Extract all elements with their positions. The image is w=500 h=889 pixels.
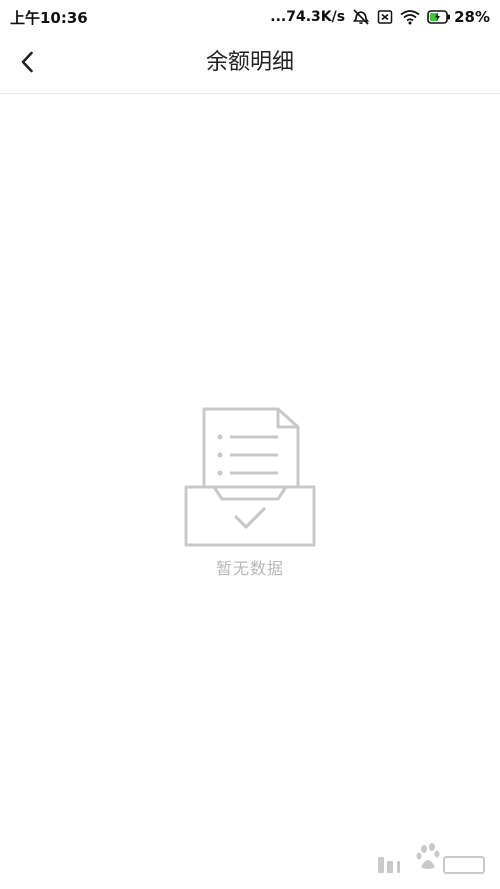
wifi-icon bbox=[400, 9, 420, 25]
status-time: 上午10:36 bbox=[10, 8, 88, 27]
battery-charging-icon bbox=[427, 10, 451, 24]
header: 余额明细 bbox=[0, 34, 500, 94]
status-right: ...74.3K/s 28% bbox=[270, 8, 490, 26]
network-speed: ...74.3K/s bbox=[270, 9, 346, 25]
empty-state-text: 暂无数据 bbox=[215, 559, 284, 578]
page-title: 余额明细 bbox=[205, 50, 294, 75]
battery: 28% bbox=[427, 8, 490, 26]
status-bar: 上午10:36 ...74.3K/s 28% bbox=[0, 0, 500, 34]
baidu-watermark-logo bbox=[372, 839, 492, 883]
empty-state: 暂无数据 bbox=[0, 405, 500, 579]
status-left: 上午10:36 bbox=[10, 7, 88, 28]
empty-inbox-document-icon bbox=[182, 405, 318, 549]
battery-percent: 28% bbox=[454, 8, 490, 26]
sim-no-signal-icon bbox=[377, 9, 393, 25]
screen: 上午10:36 ...74.3K/s 28% 余额明细 暂无数据 bbox=[0, 0, 500, 889]
alarm-off-icon bbox=[352, 8, 370, 26]
